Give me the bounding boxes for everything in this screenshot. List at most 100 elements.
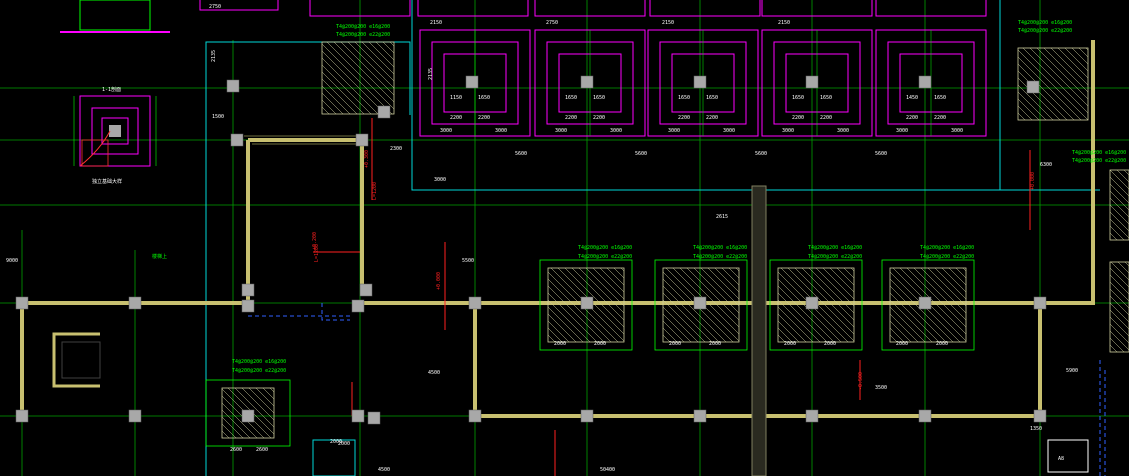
- cap-mid-dim: 2200: [593, 115, 605, 121]
- column: [1033, 296, 1047, 310]
- column: [465, 75, 479, 89]
- grid-dimension: 6300: [1040, 162, 1052, 168]
- footing-dim: 2000: [554, 341, 566, 347]
- footing-dim: 2000: [784, 341, 796, 347]
- left-footing-dim: 2600: [230, 447, 242, 453]
- cap-outer-dim: 3000: [896, 128, 908, 134]
- cap-mid-dim: 2200: [934, 115, 946, 121]
- footing-dim: 2000: [936, 341, 948, 347]
- cap-mid-dim: 2200: [820, 115, 832, 121]
- top-right-note: T4@200@200 e16@200: [1018, 20, 1072, 26]
- bottom-dimension: 4500: [378, 467, 390, 473]
- drawing-background: [0, 0, 1129, 476]
- cap-outer-dim: 3000: [723, 128, 735, 134]
- cap-inner-dim: 1650: [820, 95, 832, 101]
- column: [128, 296, 142, 310]
- grid-dimension: 2300: [390, 146, 402, 152]
- cap-outer-dim: 3000: [782, 128, 794, 134]
- cad-drawing-canvas[interactable]: 1150 1650 2200 2200 3000 3000 1650 1650 2200 2200…: [0, 0, 1129, 476]
- stair-label: 楼梯上: [152, 253, 167, 260]
- bottom-dimension: 50400: [600, 467, 615, 473]
- elevation-mark: +0.300: [364, 150, 370, 168]
- column: [226, 79, 240, 93]
- column: [241, 299, 255, 313]
- elevation-mark: +0.000: [436, 272, 442, 290]
- grid-dimension: 5900: [1066, 368, 1078, 374]
- cap-inner-dim: 1650: [706, 95, 718, 101]
- footing-rebar-note: T4@200@200 e16@200: [920, 245, 974, 251]
- cap-mid-dim: 2200: [478, 115, 490, 121]
- cap-left-note: T4@200@200 e16@200: [336, 24, 390, 30]
- bottom-dimension: 3500: [875, 385, 887, 391]
- column: [918, 75, 932, 89]
- cap-top-dimension: 2150: [778, 20, 790, 26]
- elevation-mark: -0.500: [858, 372, 864, 390]
- cap-inner-dim: 1650: [792, 95, 804, 101]
- grid-dimension: 4500: [428, 370, 440, 376]
- column: [15, 296, 29, 310]
- column: [367, 411, 381, 425]
- cap-inner-dim: 1650: [593, 95, 605, 101]
- grid-dimension: 2615: [716, 214, 728, 220]
- footing-rebar-note: T4@200@200 e22@200: [578, 254, 632, 260]
- footing-rebar-note: T4@200@200 e22@200: [693, 254, 747, 260]
- cad-icon-label: A8: [1058, 456, 1064, 462]
- column: [1033, 409, 1047, 423]
- cap-mid-dim: 2200: [706, 115, 718, 121]
- column: [693, 296, 707, 310]
- column: [805, 296, 819, 310]
- cap-mid-dim: 2200: [450, 115, 462, 121]
- top-dimension: 2750: [209, 4, 221, 10]
- detail-caption: 独立基础大样: [92, 178, 122, 185]
- cap-note: 5600: [755, 151, 767, 157]
- column: [805, 409, 819, 423]
- column: [241, 409, 255, 423]
- right-note: T4@200@200 e16@200: [1072, 150, 1126, 156]
- column: [355, 133, 369, 147]
- cap-outer-dim: 3000: [951, 128, 963, 134]
- column: [359, 283, 373, 297]
- grid-dimension: 1500: [212, 114, 224, 120]
- column: [468, 296, 482, 310]
- elevation-mark: L=1200: [372, 182, 378, 200]
- cap-mid-dim: 2200: [565, 115, 577, 121]
- top-right-note: T4@200@200 e22@200: [1018, 28, 1072, 34]
- cap-inner-dim: 1650: [934, 95, 946, 101]
- bottom-dimension: 1350: [1030, 426, 1042, 432]
- cap-top-dimension: 2150: [662, 20, 674, 26]
- cap-note: 5600: [635, 151, 647, 157]
- footing-dim: 2000: [896, 341, 908, 347]
- cap-outer-dim: 3000: [555, 128, 567, 134]
- cap-mid-dim: 2200: [678, 115, 690, 121]
- column: [377, 105, 391, 119]
- footing-rebar-note: T4@200@200 e16@200: [693, 245, 747, 251]
- left-footing-note: T4@200@200 e22@200: [232, 368, 286, 374]
- column: [805, 75, 819, 89]
- right-note: T4@200@200 e22@200: [1072, 158, 1126, 164]
- cap-inner-dim: 1650: [565, 95, 577, 101]
- cap-mid-dim: 2200: [792, 115, 804, 121]
- column: [580, 409, 594, 423]
- cap-outer-dim: 3000: [495, 128, 507, 134]
- cap-inner-dim: 1450: [906, 95, 918, 101]
- column: [918, 409, 932, 423]
- column: [693, 75, 707, 89]
- cap-outer-dim: 3000: [440, 128, 452, 134]
- column: [693, 409, 707, 423]
- cap-top-dimension: 2150: [430, 20, 442, 26]
- cap-side-dimension: 2135: [211, 50, 217, 62]
- cap-mid-dim: 2200: [906, 115, 918, 121]
- footing-dim: 2000: [669, 341, 681, 347]
- grid-dimension: 9000: [6, 258, 18, 264]
- column: [230, 133, 244, 147]
- column: [241, 283, 255, 297]
- left-footing-dim: 2600: [256, 447, 268, 453]
- grid-dimension: 5500: [462, 258, 474, 264]
- elevation-mark: L=1200: [314, 244, 320, 262]
- footing-dim: 2000: [824, 341, 836, 347]
- column: [580, 296, 594, 310]
- footing-dim: 2000: [594, 341, 606, 347]
- grid-dimension: 3000: [434, 177, 446, 183]
- footing-rebar-note: T4@200@200 e16@200: [578, 245, 632, 251]
- cap-inner-dim: 1650: [678, 95, 690, 101]
